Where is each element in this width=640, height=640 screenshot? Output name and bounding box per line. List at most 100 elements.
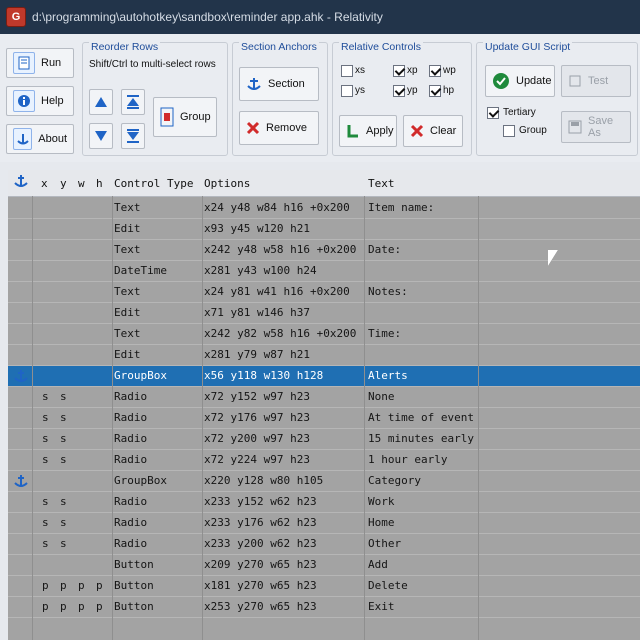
info-icon <box>13 90 35 112</box>
cell-options: x209 y270 w65 h23 <box>204 558 317 571</box>
checkbox-wp[interactable] <box>429 65 441 77</box>
about-button[interactable]: About <box>6 124 74 154</box>
table-row[interactable]: GroupBox x220 y128 w80 h105 Category <box>8 471 640 492</box>
update-label: Update <box>516 75 552 87</box>
table-row[interactable]: p p p p Button x181 y270 w65 h23 Delete <box>8 576 640 597</box>
table-row[interactable]: Text x242 y82 w58 h16 +0x200 Time: <box>8 324 640 345</box>
column-divider <box>478 196 479 640</box>
table-row[interactable]: Button x209 y270 w65 h23 Add <box>8 555 640 576</box>
checkbox-group-label: Group <box>519 125 547 136</box>
checkbox-ys[interactable] <box>341 85 353 97</box>
group-button[interactable]: Group <box>153 97 217 137</box>
arrow-down-icon <box>93 129 109 143</box>
cell-x: s <box>42 516 49 529</box>
anchor-column-icon <box>14 173 28 192</box>
run-button[interactable]: Run <box>6 48 74 78</box>
cell-options: x56 y118 w130 h128 <box>204 369 324 382</box>
table-row[interactable]: s s Radio x72 y224 w97 h23 1 hour early <box>8 450 640 471</box>
cell-text: Time: <box>368 327 402 340</box>
table-row[interactable]: DateTime x281 y43 w100 h24 <box>8 261 640 282</box>
col-control-type[interactable]: Control Type <box>114 177 193 190</box>
save-icon <box>568 120 582 134</box>
col-text[interactable]: Text <box>368 177 395 190</box>
column-divider <box>32 196 33 640</box>
table-row[interactable]: s s Radio x72 y200 w97 h23 15 minutes early <box>8 429 640 450</box>
clear-button[interactable]: Clear <box>403 115 463 147</box>
table-row[interactable]: Text x24 y81 w41 h16 +0x200 Notes: <box>8 282 640 303</box>
table-row[interactable]: p p p p Button x253 y270 w65 h23 Exit <box>8 597 640 618</box>
left-buttons-group: Run Help About <box>6 42 76 154</box>
cell-x: s <box>42 390 49 403</box>
cell-text: Item name: <box>368 201 435 214</box>
cell-text: Add <box>368 558 388 571</box>
table-row[interactable]: Edit x281 y79 w87 h21 <box>8 345 640 366</box>
update-gui-title: Update GUI Script <box>483 41 573 53</box>
remove-button[interactable]: Remove <box>239 111 319 145</box>
cell-options: x72 y224 w97 h23 <box>204 453 310 466</box>
remove-label: Remove <box>266 122 307 134</box>
table-row[interactable]: s s Radio x72 y152 w97 h23 None <box>8 387 640 408</box>
col-w[interactable]: w <box>78 177 85 190</box>
window-titlebar: G d:\programming\autohotkey\sandbox\remi… <box>0 0 640 34</box>
anchor-icon <box>14 368 28 388</box>
anchor-icon <box>246 76 262 92</box>
cell-text: Notes: <box>368 285 408 298</box>
table-row[interactable]: s s Radio x72 y176 w97 h23 At time of event <box>8 408 640 429</box>
checkbox-group[interactable] <box>503 125 515 137</box>
section-anchors-title: Section Anchors <box>239 41 319 53</box>
cell-y: s <box>60 495 67 508</box>
document-icon <box>13 52 35 74</box>
table-row[interactable]: Edit x93 y45 w120 h21 <box>8 219 640 240</box>
table-row[interactable]: Text x242 y48 w58 h16 +0x200 Date: <box>8 240 640 261</box>
help-button[interactable]: Help <box>6 86 74 116</box>
apply-button[interactable]: Apply <box>339 115 397 147</box>
move-up-button[interactable] <box>89 89 113 115</box>
update-gui-group: Update GUI Script Update Test Tertiary G… <box>476 41 638 156</box>
cell-control-type: Text <box>114 243 141 256</box>
move-bottom-icon <box>125 128 141 144</box>
table-row[interactable]: Text x24 y48 w84 h16 +0x200 Item name: <box>8 198 640 219</box>
col-options[interactable]: Options <box>204 177 250 190</box>
clear-label: Clear <box>430 125 457 137</box>
cell-control-type: Button <box>114 600 154 613</box>
cell-text: Other <box>368 537 402 550</box>
test-button[interactable]: Test <box>561 65 631 97</box>
cell-control-type: Button <box>114 558 154 571</box>
cell-control-type: Radio <box>114 390 148 403</box>
save-as-button[interactable]: Save As <box>561 111 631 143</box>
move-top-button[interactable] <box>121 89 145 115</box>
table-row[interactable]: s s Radio x233 y176 w62 h23 Home <box>8 513 640 534</box>
col-x[interactable]: x <box>41 177 48 190</box>
move-top-icon <box>125 94 141 110</box>
cell-options: x242 y82 w58 h16 +0x200 <box>204 327 357 340</box>
run-label: Run <box>41 57 62 69</box>
section-button[interactable]: Section <box>239 67 319 101</box>
table-row[interactable]: s s Radio x233 y200 w62 h23 Other <box>8 534 640 555</box>
move-bottom-button[interactable] <box>121 123 145 149</box>
L-icon <box>346 124 360 138</box>
cell-options: x281 y79 w87 h21 <box>204 348 310 361</box>
col-h[interactable]: h <box>96 177 103 190</box>
update-button[interactable]: Update <box>485 65 555 97</box>
table-row[interactable]: s s Radio x233 y152 w62 h23 Work <box>8 492 640 513</box>
cell-x: s <box>42 432 49 445</box>
checkbox-xs[interactable] <box>341 65 353 77</box>
checkbox-tertiary[interactable] <box>487 107 499 119</box>
anchor-icon <box>13 128 33 150</box>
test-icon <box>568 74 582 88</box>
checkbox-xp[interactable] <box>393 65 405 77</box>
cell-w: p <box>78 600 85 613</box>
table-row[interactable]: Edit x71 y81 w146 h37 <box>8 303 640 324</box>
controls-grid[interactable]: x y w h Control Type Options Text Text x2… <box>8 170 640 640</box>
table-row[interactable]: GroupBox x56 y118 w130 h128 Alerts <box>8 366 640 387</box>
mouse-cursor-icon <box>548 250 558 266</box>
checkbox-hp[interactable] <box>429 85 441 97</box>
cell-options: x242 y48 w58 h16 +0x200 <box>204 243 357 256</box>
checkbox-hp-label: hp <box>443 85 455 96</box>
move-down-button[interactable] <box>89 123 113 149</box>
checkbox-yp[interactable] <box>393 85 405 97</box>
section-label: Section <box>268 78 305 90</box>
cell-control-type: Edit <box>114 222 141 235</box>
col-y[interactable]: y <box>60 177 67 190</box>
cell-control-type: Text <box>114 285 141 298</box>
